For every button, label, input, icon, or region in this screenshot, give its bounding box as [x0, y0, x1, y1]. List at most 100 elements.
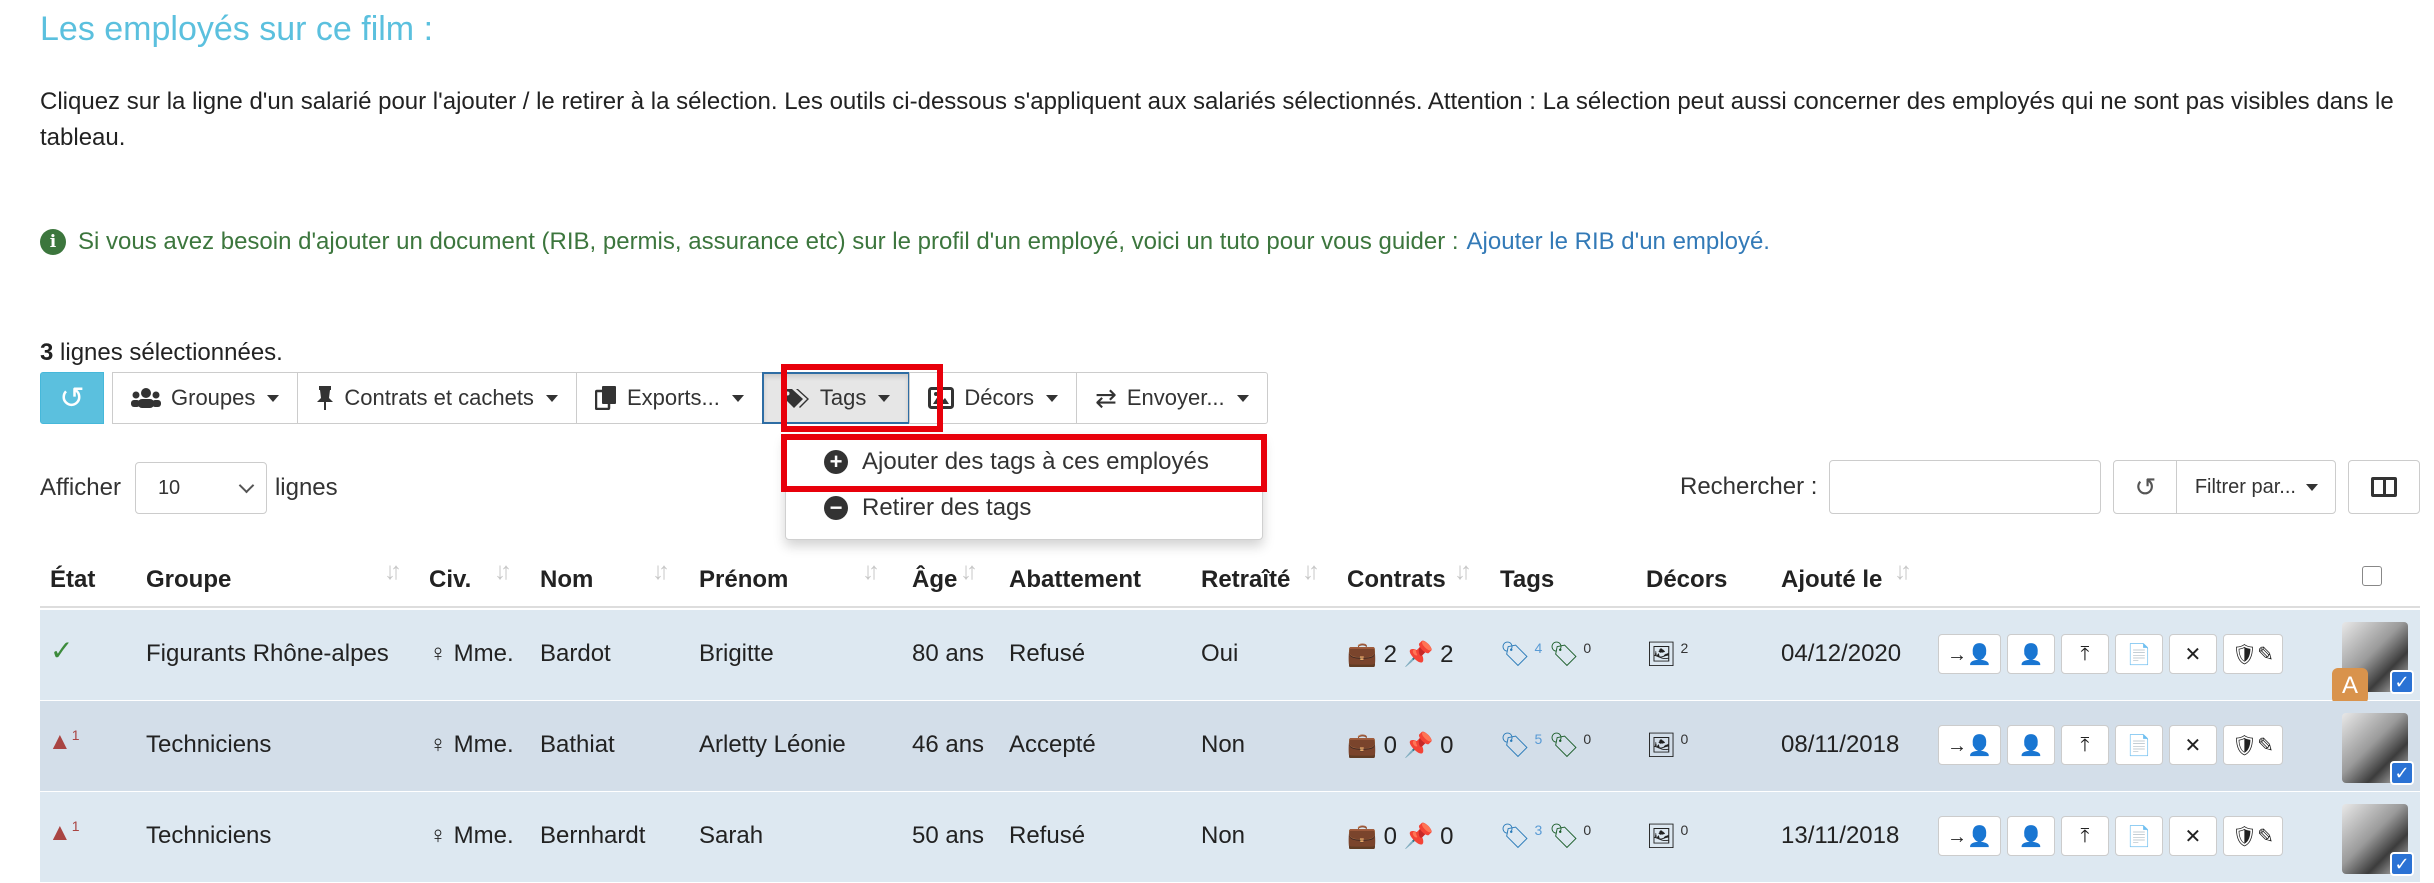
- col-age[interactable]: Âge: [912, 566, 957, 594]
- pdf-button[interactable]: 📄: [2114, 634, 2163, 674]
- cell-civ: ♀ Mme.: [429, 822, 514, 849]
- cell-abattement: Refusé: [1009, 822, 1086, 849]
- sort-icon[interactable]: ↓↑: [652, 558, 670, 586]
- tags-label: Tags: [819, 385, 867, 410]
- col-groupe[interactable]: Groupe: [146, 566, 231, 594]
- decors-label: Décors: [964, 385, 1035, 410]
- exports-dropdown-button[interactable]: Exports...: [575, 372, 763, 424]
- envoyer-dropdown-button[interactable]: ⇄ Envoyer...: [1076, 372, 1268, 424]
- select-all-checkbox[interactable]: [2362, 566, 2382, 586]
- pdf-button[interactable]: 📄: [2114, 725, 2163, 765]
- columns-toggle-button[interactable]: [2348, 460, 2421, 514]
- upload-button[interactable]: ⤒: [2060, 816, 2109, 856]
- cell-contrats: 💼 0 📌 0: [1347, 823, 1454, 850]
- contrats-dropdown-button[interactable]: Contrats et cachets: [297, 372, 577, 424]
- cell-nom: Bernhardt: [540, 822, 646, 849]
- move-user-button[interactable]: →👤: [1938, 725, 2001, 765]
- cell-tags: 🏷 3 🏷 0: [1500, 822, 1592, 850]
- tag-icon: 🏷: [1500, 732, 1531, 759]
- sort-icon[interactable]: ↓↑: [384, 558, 402, 586]
- remove-tags-menu-item[interactable]: − Retirer des tags: [786, 485, 1262, 531]
- col-civ[interactable]: Civ.: [429, 566, 471, 594]
- sort-icon[interactable]: ↓↑: [1894, 558, 1912, 586]
- table-row[interactable]: ✓ Figurants Rhône-alpes ♀ Mme. Bardot Br…: [40, 610, 2420, 704]
- col-etat[interactable]: État: [50, 566, 95, 594]
- rib-tutorial-link[interactable]: Ajouter le RIB d'un employé.: [1467, 228, 1770, 256]
- col-decors[interactable]: Décors: [1646, 566, 1727, 594]
- remove-button[interactable]: ✕: [2168, 816, 2217, 856]
- move-user-button[interactable]: →👤: [1938, 634, 2001, 674]
- col-nom[interactable]: Nom: [540, 566, 593, 594]
- sort-icon[interactable]: ↓↑: [862, 558, 880, 586]
- cell-prenom: Arletty Léonie: [699, 731, 846, 758]
- col-contrats[interactable]: Contrats: [1347, 566, 1446, 594]
- tag-icon: 🏷: [1548, 823, 1580, 850]
- caret-down-icon: [1046, 394, 1059, 402]
- cell-civ: ♀ Mme.: [429, 640, 514, 667]
- row-checkbox[interactable]: ✓: [2390, 852, 2414, 876]
- remove-button[interactable]: ✕: [2168, 725, 2217, 765]
- plus-circle-icon: +: [824, 450, 848, 474]
- employees-table-body: ✓ Figurants Rhône-alpes ♀ Mme. Bardot Br…: [40, 610, 2420, 883]
- edit-rights-button[interactable]: 🛡✎: [2222, 634, 2284, 674]
- cell-prenom: Sarah: [699, 822, 764, 849]
- page-length-control: Afficher 10 lignes: [40, 462, 338, 514]
- search-input[interactable]: [1829, 460, 2102, 514]
- reset-selection-button[interactable]: ↺: [40, 372, 104, 424]
- view-profile-button[interactable]: 👤: [2006, 634, 2055, 674]
- col-tags[interactable]: Tags: [1500, 566, 1554, 594]
- table-row[interactable]: ▲1 Techniciens ♀ Mme. Bernhardt Sarah 50…: [40, 792, 2420, 883]
- pin-icon: 📌: [1403, 641, 1434, 668]
- sort-icon[interactable]: ↓↑: [960, 558, 978, 586]
- selection-number: 3: [40, 339, 54, 366]
- search-control: Rechercher : ↺ Filtrer par...: [1680, 460, 2421, 514]
- cell-tags: 🏷 4 🏷 0: [1500, 640, 1592, 668]
- remove-button[interactable]: ✕: [2168, 634, 2217, 674]
- add-tags-menu-item[interactable]: + Ajouter des tags à ces employés: [786, 439, 1262, 485]
- row-checkbox[interactable]: ✓: [2390, 670, 2414, 694]
- filter-by-dropdown[interactable]: Filtrer par...: [2176, 460, 2337, 514]
- cell-age: 80 ans: [912, 640, 985, 667]
- sort-icon[interactable]: ↓↑: [494, 558, 512, 586]
- view-profile-button[interactable]: 👤: [2006, 725, 2055, 765]
- row-checkbox[interactable]: ✓: [2390, 761, 2414, 785]
- tag-icon: 🏷: [1500, 641, 1531, 668]
- cell-age: 50 ans: [912, 822, 985, 849]
- decors-dropdown-button[interactable]: Décors: [909, 372, 1078, 424]
- col-ajoute[interactable]: Ajouté le: [1781, 566, 1882, 594]
- warning-icon: ▲: [48, 728, 72, 755]
- col-prenom[interactable]: Prénom: [699, 566, 788, 594]
- upload-button[interactable]: ⤒: [2060, 634, 2109, 674]
- selection-toolbar: ↺ Groupes Contrats et cachets Exports...…: [40, 372, 1268, 424]
- edit-rights-button[interactable]: 🛡✎: [2222, 816, 2284, 856]
- pdf-button[interactable]: 📄: [2114, 816, 2163, 856]
- row-badge: A: [2332, 668, 2368, 704]
- caret-down-icon: [878, 394, 891, 402]
- briefcase-icon: 💼: [1347, 823, 1377, 850]
- sort-icon[interactable]: ↓↑: [1454, 558, 1472, 586]
- row-actions: →👤 👤 ⤒ 📄 ✕ 🛡✎: [1938, 634, 2289, 674]
- row-actions: →👤 👤 ⤒ 📄 ✕ 🛡✎: [1938, 816, 2289, 856]
- col-retraite[interactable]: Retraîté: [1201, 566, 1290, 594]
- sort-icon[interactable]: ↓↑: [1302, 558, 1320, 586]
- col-abattement[interactable]: Abattement: [1009, 566, 1141, 594]
- upload-button[interactable]: ⤒: [2060, 725, 2109, 765]
- image-icon: 🖼: [1646, 823, 1677, 850]
- page-size-select[interactable]: 10: [134, 462, 267, 514]
- info-message: i Si vous avez besoin d'ajouter un docum…: [40, 228, 1770, 256]
- pin-icon: 📌: [1403, 823, 1434, 850]
- edit-rights-button[interactable]: 🛡✎: [2222, 725, 2284, 765]
- table-row[interactable]: ▲1 Techniciens ♀ Mme. Bathiat Arletty Lé…: [40, 701, 2420, 792]
- reset-filter-button[interactable]: ↺: [2113, 460, 2178, 514]
- cell-retraite: Non: [1201, 822, 1246, 849]
- tags-dropdown-button[interactable]: Tags: [761, 372, 911, 424]
- groupes-dropdown-button[interactable]: Groupes: [112, 372, 299, 424]
- tags-icon: [782, 389, 809, 408]
- cell-prenom: Brigitte: [699, 640, 774, 667]
- copy-icon: [594, 386, 616, 410]
- chevron-down-icon: [238, 477, 255, 493]
- cell-decors: 🖼 2: [1646, 640, 1689, 668]
- view-profile-button[interactable]: 👤: [2006, 816, 2055, 856]
- move-user-button[interactable]: →👤: [1938, 816, 2001, 856]
- rows-label: lignes: [274, 474, 338, 501]
